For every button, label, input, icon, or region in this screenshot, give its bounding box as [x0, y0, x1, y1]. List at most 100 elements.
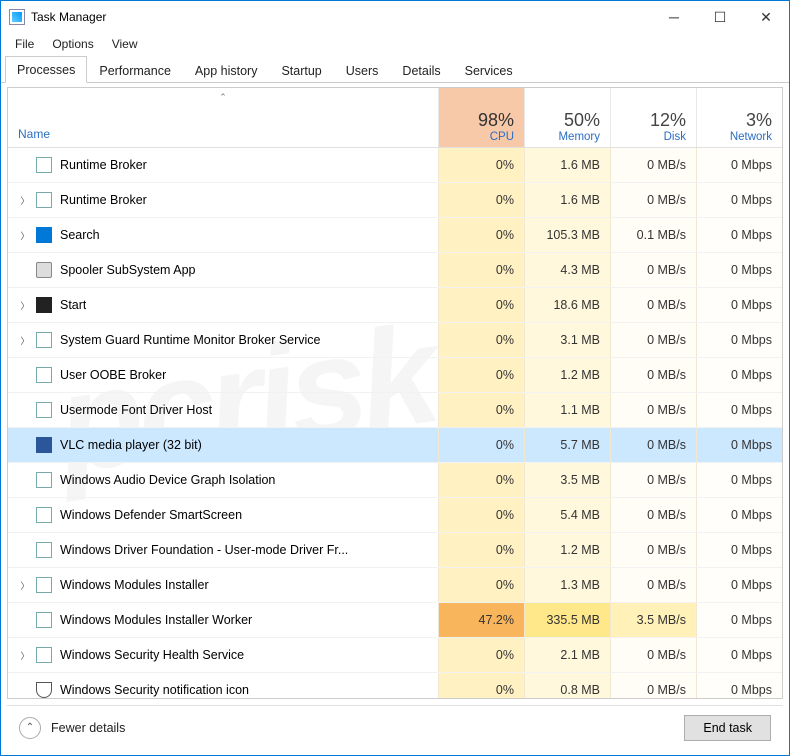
disk-value: 0 MB/s	[610, 568, 696, 602]
process-icon	[36, 577, 52, 593]
disk-value: 0 MB/s	[610, 393, 696, 427]
disk-value: 0 MB/s	[610, 148, 696, 182]
process-row[interactable]: 〉Search0%105.3 MB0.1 MB/s0 Mbps	[8, 218, 782, 253]
cpu-value: 0%	[438, 253, 524, 287]
menu-file[interactable]: File	[7, 35, 42, 53]
cpu-value: 0%	[438, 533, 524, 567]
tab-app-history[interactable]: App history	[183, 57, 270, 83]
disk-value: 0 MB/s	[610, 253, 696, 287]
minimize-button[interactable]: ─	[651, 1, 697, 33]
process-name-cell: 〉Windows Driver Foundation - User-mode D…	[8, 542, 438, 558]
process-row[interactable]: 〉Runtime Broker0%1.6 MB0 MB/s0 Mbps	[8, 183, 782, 218]
expand-icon[interactable]: 〉	[18, 299, 32, 312]
net-lbl: Network	[730, 131, 772, 143]
process-row[interactable]: 〉User OOBE Broker0%1.2 MB0 MB/s0 Mbps	[8, 358, 782, 393]
process-name-cell: 〉User OOBE Broker	[8, 367, 438, 383]
col-header-cpu[interactable]: 98% CPU	[438, 88, 524, 147]
process-name: Windows Security Health Service	[60, 648, 244, 662]
network-value: 0 Mbps	[696, 218, 782, 252]
mem-pct: 50%	[564, 110, 600, 131]
process-name: User OOBE Broker	[60, 368, 166, 382]
process-name: Windows Modules Installer	[60, 578, 209, 592]
app-icon	[9, 9, 25, 25]
memory-value: 1.6 MB	[524, 148, 610, 182]
disk-value: 0 MB/s	[610, 533, 696, 567]
memory-value: 335.5 MB	[524, 603, 610, 637]
expand-icon[interactable]: 〉	[18, 649, 32, 662]
expand-icon[interactable]: 〉	[18, 334, 32, 347]
col-header-name[interactable]: ⌃ Name	[8, 88, 438, 147]
process-name: System Guard Runtime Monitor Broker Serv…	[60, 333, 321, 347]
process-row[interactable]: 〉Windows Security notification icon0%0.8…	[8, 673, 782, 698]
process-row[interactable]: 〉Usermode Font Driver Host0%1.1 MB0 MB/s…	[8, 393, 782, 428]
disk-value: 0 MB/s	[610, 323, 696, 357]
tab-users[interactable]: Users	[334, 57, 391, 83]
menu-view[interactable]: View	[104, 35, 146, 53]
maximize-button[interactable]: ☐	[697, 1, 743, 33]
process-name: Runtime Broker	[60, 193, 147, 207]
fewer-details-toggle[interactable]: ⌃ Fewer details	[19, 717, 125, 739]
network-value: 0 Mbps	[696, 673, 782, 698]
tab-services[interactable]: Services	[453, 57, 525, 83]
end-task-button[interactable]: End task	[684, 715, 771, 741]
process-name: Spooler SubSystem App	[60, 263, 196, 277]
memory-value: 1.3 MB	[524, 568, 610, 602]
process-name: Search	[60, 228, 100, 242]
process-row[interactable]: 〉VLC media player (32 bit)0%5.7 MB0 MB/s…	[8, 428, 782, 463]
tab-startup[interactable]: Startup	[269, 57, 333, 83]
col-header-disk[interactable]: 12% Disk	[610, 88, 696, 147]
window-controls: ─ ☐ ✕	[651, 1, 789, 33]
cpu-value: 0%	[438, 638, 524, 672]
network-value: 0 Mbps	[696, 463, 782, 497]
process-row[interactable]: 〉Windows Defender SmartScreen0%5.4 MB0 M…	[8, 498, 782, 533]
cpu-value: 0%	[438, 393, 524, 427]
process-icon	[36, 157, 52, 173]
process-row[interactable]: 〉Windows Security Health Service0%2.1 MB…	[8, 638, 782, 673]
network-value: 0 Mbps	[696, 183, 782, 217]
expand-icon[interactable]: 〉	[18, 579, 32, 592]
process-row[interactable]: 〉Runtime Broker0%1.6 MB0 MB/s0 Mbps	[8, 148, 782, 183]
column-headers: ⌃ Name 98% CPU 50% Memory 12% Disk 3% Ne…	[8, 88, 782, 148]
task-manager-window: pcrisk.com Task Manager ─ ☐ ✕ File Optio…	[0, 0, 790, 756]
tab-performance[interactable]: Performance	[87, 57, 183, 83]
cpu-value: 0%	[438, 323, 524, 357]
process-row[interactable]: 〉Windows Driver Foundation - User-mode D…	[8, 533, 782, 568]
titlebar[interactable]: Task Manager ─ ☐ ✕	[1, 1, 789, 33]
close-button[interactable]: ✕	[743, 1, 789, 33]
menu-options[interactable]: Options	[44, 35, 101, 53]
memory-value: 1.1 MB	[524, 393, 610, 427]
network-value: 0 Mbps	[696, 603, 782, 637]
process-row[interactable]: 〉 Windows Modules Installer 0%1.3 MB0 MB/s…	[8, 568, 782, 603]
tab-details[interactable]: Details	[390, 57, 452, 83]
col-header-network[interactable]: 3% Network	[696, 88, 782, 147]
process-icon	[36, 682, 52, 698]
process-icon	[36, 542, 52, 558]
tabs: Processes Performance App history Startu…	[1, 55, 789, 83]
process-icon	[36, 227, 52, 243]
cpu-value: 0%	[438, 673, 524, 698]
network-value: 0 Mbps	[696, 568, 782, 602]
process-icon	[36, 297, 52, 313]
process-row[interactable]: 〉Windows Modules Installer Worker47.2%33…	[8, 603, 782, 638]
process-row[interactable]: 〉 System Guard Runtime Monitor Broker Ser…	[8, 323, 782, 358]
disk-value: 0 MB/s	[610, 288, 696, 322]
process-row[interactable]: 〉Windows Audio Device Graph Isolation0%3…	[8, 463, 782, 498]
disk-value: 0 MB/s	[610, 183, 696, 217]
menubar: File Options View	[1, 33, 789, 55]
process-name: VLC media player (32 bit)	[60, 438, 202, 452]
expand-icon[interactable]: 〉	[18, 194, 32, 207]
process-name-cell: 〉Windows Modules Installer Worker	[8, 612, 438, 628]
content-panel: ⌃ Name 98% CPU 50% Memory 12% Disk 3% Ne…	[7, 87, 783, 699]
col-name-label: Name	[18, 127, 50, 141]
tab-processes[interactable]: Processes	[5, 56, 87, 83]
cpu-value: 0%	[438, 288, 524, 322]
process-name-cell: 〉Usermode Font Driver Host	[8, 402, 438, 418]
chevron-up-icon: ⌃	[19, 717, 41, 739]
process-row[interactable]: 〉Spooler SubSystem App0%4.3 MB0 MB/s0 Mb…	[8, 253, 782, 288]
col-header-memory[interactable]: 50% Memory	[524, 88, 610, 147]
expand-icon[interactable]: 〉	[18, 229, 32, 242]
footer: ⌃ Fewer details End task	[7, 705, 783, 749]
process-list[interactable]: 〉Runtime Broker0%1.6 MB0 MB/s0 Mbps〉Runt…	[8, 148, 782, 698]
process-row[interactable]: 〉Start0%18.6 MB0 MB/s0 Mbps	[8, 288, 782, 323]
cpu-value: 0%	[438, 568, 524, 602]
